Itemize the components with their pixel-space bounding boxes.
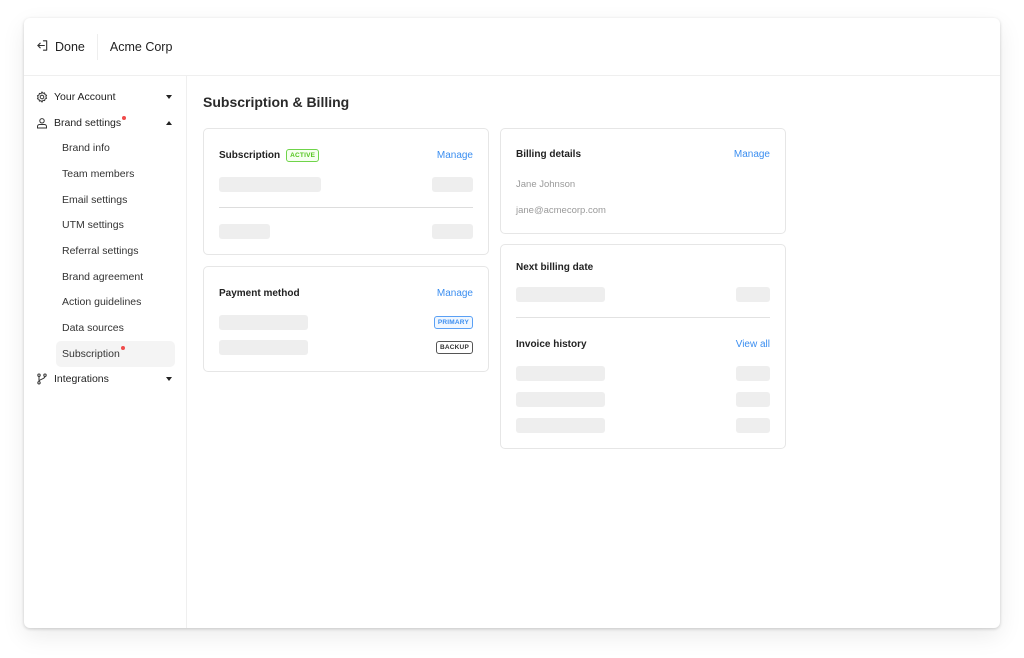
status-badge: ACTIVE	[286, 149, 320, 162]
sidebar-item-label-wrap: Brand settings	[54, 115, 166, 129]
skeleton-placeholder	[219, 340, 308, 355]
sidebar-item-label: Email settings	[62, 193, 128, 206]
sidebar-item-label: Referral settings	[62, 244, 139, 257]
sidebar-item-label: Data sources	[62, 322, 124, 335]
page-title: Subscription & Billing	[203, 94, 350, 110]
sidebar-item-label: Brand info	[62, 142, 110, 155]
top-bar: Done Acme Corp	[24, 18, 1000, 76]
sidebar-item-brand-settings[interactable]: Brand settings	[24, 110, 186, 136]
invoice-row	[516, 418, 770, 433]
invoice-row	[516, 366, 770, 381]
next-billing-card: Next billing date Invoice history View a…	[500, 244, 786, 449]
settings-window: Done Acme Corp Your Account Brand settin…	[24, 18, 1000, 628]
card-title: Next billing date	[516, 262, 594, 273]
caret-up-icon	[166, 120, 172, 125]
skeleton-placeholder	[516, 366, 605, 381]
manage-billing-link[interactable]: Manage	[734, 149, 770, 160]
skeleton-row	[516, 287, 770, 302]
divider	[219, 207, 473, 208]
sidebar-item-utm-settings[interactable]: UTM settings	[56, 212, 175, 238]
backup-badge: BACKUP	[435, 341, 473, 354]
main-content: Subscription & Billing Subscription ACTI…	[188, 76, 1000, 628]
invoice-history-title: Invoice history	[516, 339, 587, 350]
notification-dot	[122, 115, 127, 120]
notification-dot	[120, 345, 125, 350]
card-title: Billing details	[516, 149, 582, 160]
skeleton-placeholder	[219, 224, 270, 239]
payment-method-card: Payment method Manage PRIMARY BACKUP	[203, 266, 489, 372]
card-header: Billing details Manage	[516, 149, 770, 160]
skeleton-placeholder	[516, 287, 605, 302]
sidebar-item-email-settings[interactable]: Email settings	[56, 187, 175, 213]
primary-badge: PRIMARY	[433, 316, 473, 329]
skeleton-placeholder	[432, 177, 473, 192]
sidebar-item-label: Action guidelines	[62, 296, 142, 309]
divider	[516, 317, 770, 318]
payment-row: BACKUP	[219, 340, 473, 355]
user-icon	[36, 117, 48, 129]
caret-down-icon	[166, 94, 172, 99]
sidebar-item-label: Integrations	[54, 373, 109, 386]
caret-down-icon	[166, 377, 172, 382]
done-button[interactable]: Done	[24, 34, 97, 60]
sidebar-item-label: Subscription	[62, 347, 120, 360]
view-all-invoices-link[interactable]: View all	[736, 339, 770, 350]
sidebar-item-action-guidelines[interactable]: Action guidelines	[56, 290, 175, 316]
skeleton-placeholder	[516, 418, 605, 433]
sidebar-item-label: Brand settings	[54, 116, 122, 129]
sidebar-item-referral-settings[interactable]: Referral settings	[56, 238, 175, 264]
sidebar-item-brand-agreement[interactable]: Brand agreement	[56, 264, 175, 290]
payment-row: PRIMARY	[219, 315, 473, 330]
card-header: Next billing date	[516, 262, 770, 273]
card-title: Payment method	[219, 288, 300, 299]
sidebar-item-subscription[interactable]: Subscription	[56, 340, 175, 367]
card-title-wrap: Subscription ACTIVE	[219, 149, 320, 162]
skeleton-row	[219, 224, 473, 239]
sidebar-item-label: UTM settings	[62, 219, 124, 232]
card-header: Subscription ACTIVE Manage	[219, 149, 473, 162]
skeleton-placeholder	[516, 392, 605, 407]
skeleton-placeholder	[432, 224, 473, 239]
sidebar-item-your-account[interactable]: Your Account	[24, 84, 186, 110]
skeleton-placeholder	[219, 315, 308, 330]
skeleton-placeholder	[736, 366, 770, 381]
exit-icon	[36, 39, 49, 55]
billing-details-card: Billing details Manage Jane Johnson jane…	[500, 128, 786, 234]
sidebar-item-label: Team members	[62, 167, 135, 180]
sidebar-item-label: Your Account	[54, 90, 116, 103]
manage-payment-link[interactable]: Manage	[437, 288, 473, 299]
card-title: Subscription	[219, 150, 281, 161]
manage-subscription-link[interactable]: Manage	[437, 150, 473, 161]
billing-name: Jane Johnson	[516, 179, 576, 190]
sidebar-item-integrations[interactable]: Integrations	[24, 367, 186, 393]
done-label: Done	[55, 39, 85, 54]
gear-icon	[36, 90, 48, 103]
skeleton-placeholder	[736, 287, 770, 302]
skeleton-placeholder	[219, 177, 321, 192]
subscription-card: Subscription ACTIVE Manage	[203, 128, 489, 255]
invoice-header: Invoice history View all	[516, 339, 770, 350]
invoice-row	[516, 392, 770, 407]
git-branch-icon	[36, 373, 48, 385]
skeleton-placeholder	[736, 392, 770, 407]
sidebar-item-data-sources[interactable]: Data sources	[56, 315, 175, 341]
sidebar: Your Account Brand settings Brand info T…	[24, 76, 187, 628]
skeleton-row	[219, 177, 473, 192]
card-header: Payment method Manage	[219, 288, 473, 299]
sidebar-item-team-members[interactable]: Team members	[56, 161, 175, 187]
skeleton-placeholder	[736, 418, 770, 433]
sidebar-item-brand-info[interactable]: Brand info	[56, 135, 175, 161]
org-name: Acme Corp	[109, 39, 173, 54]
billing-email: jane@acmecorp.com	[516, 205, 606, 216]
sidebar-item-label: Brand agreement	[62, 270, 144, 283]
